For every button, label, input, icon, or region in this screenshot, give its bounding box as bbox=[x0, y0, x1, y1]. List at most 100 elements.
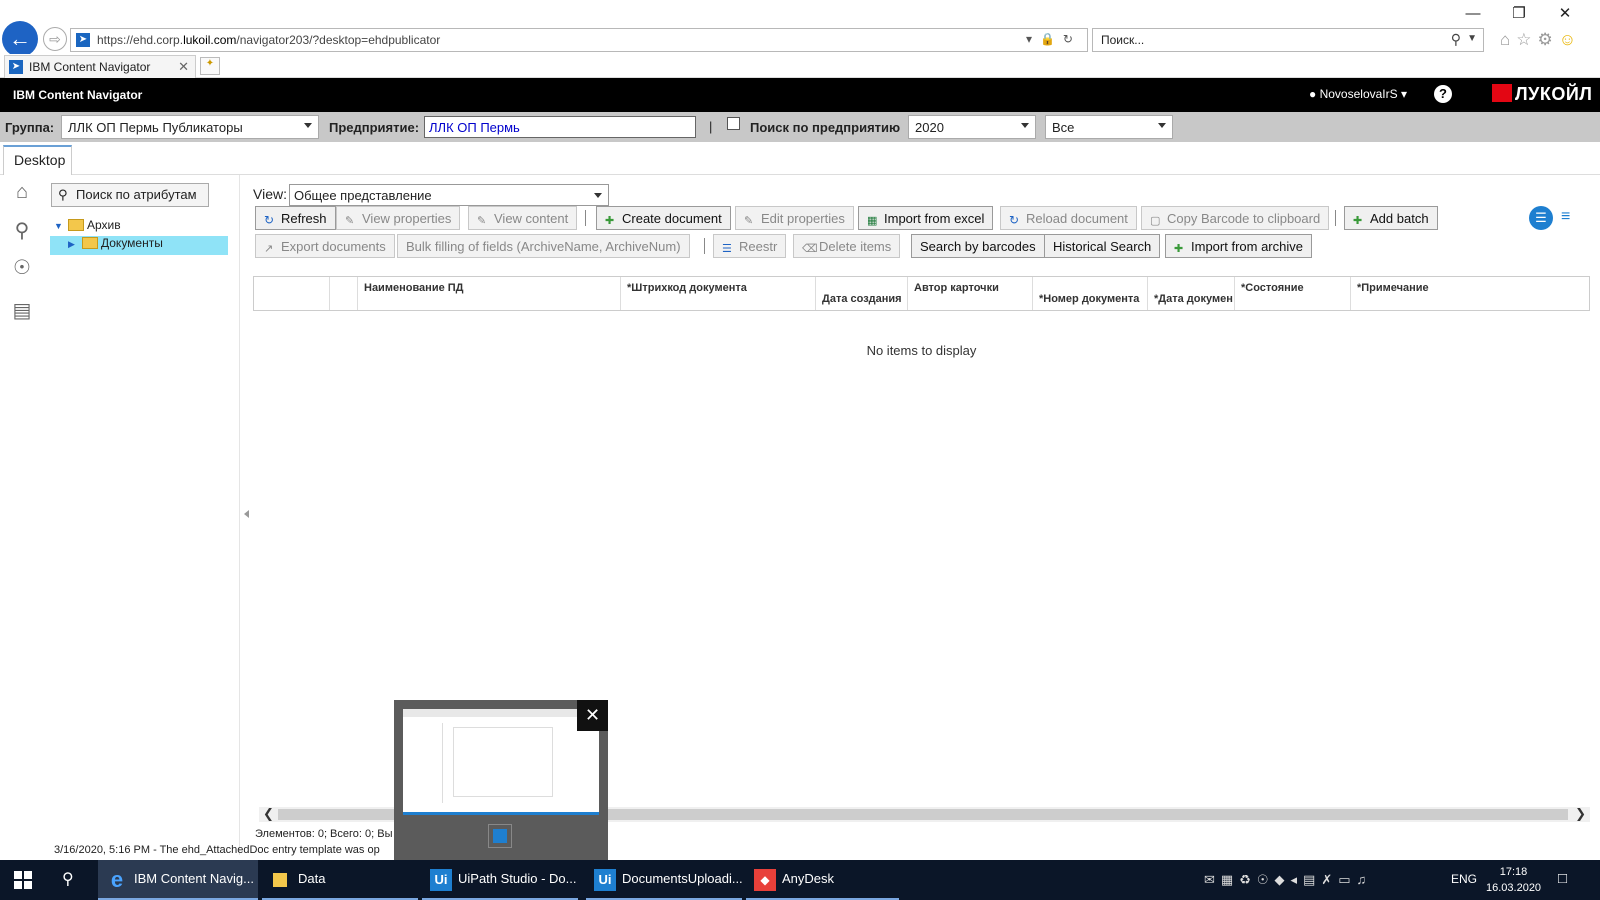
add-batch-button[interactable]: ✚ Add batch bbox=[1344, 206, 1438, 230]
refresh-button[interactable]: ↻ Refresh bbox=[255, 206, 336, 230]
scope-select[interactable]: Все bbox=[1045, 115, 1173, 139]
edit-properties-button[interactable]: ✎ Edit properties bbox=[735, 206, 854, 230]
search-icon[interactable]: ⚲ bbox=[10, 218, 34, 242]
copy-barcode-button[interactable]: ▢ Copy Barcode to clipboard bbox=[1141, 206, 1330, 230]
tree-item-documents[interactable]: ▶ Документы bbox=[50, 236, 228, 255]
taskbar-item-uipath-studio[interactable]: Ui UiPath Studio - Do... bbox=[422, 860, 578, 900]
tree-item-archive[interactable]: ▼ Архив bbox=[54, 218, 234, 237]
reestr-button[interactable]: ☰ Reestr bbox=[713, 234, 787, 258]
refresh-icon: ↻ bbox=[264, 213, 275, 227]
system-tray-icons[interactable]: ✉▦♻☉◆◂▤✗▭♫ bbox=[1204, 872, 1372, 888]
minimize-icon[interactable]: — bbox=[1450, 5, 1496, 22]
windows-start-icon[interactable] bbox=[14, 871, 32, 889]
column-document-number[interactable]: *Номер документа bbox=[1033, 277, 1148, 310]
import-from-archive-button[interactable]: ✚ Import from archive bbox=[1165, 234, 1312, 258]
favorites-star-icon[interactable]: ☆ bbox=[1516, 30, 1531, 49]
sync-icon[interactable]: ♻ bbox=[1239, 872, 1257, 887]
close-icon[interactable]: ✕ bbox=[1542, 4, 1588, 22]
export-icon: ↗ bbox=[264, 243, 274, 255]
search-by-barcodes-button[interactable]: Search by barcodes bbox=[911, 234, 1045, 258]
search-icon[interactable]: ⚲ bbox=[62, 869, 74, 889]
column-document-date[interactable]: *Дата докумен bbox=[1148, 277, 1235, 310]
taskbar-item-ibm-content-navigator[interactable]: e IBM Content Navig... bbox=[98, 860, 258, 900]
notes-icon[interactable]: ▦ bbox=[1221, 872, 1239, 887]
forward-button[interactable]: ⇨ bbox=[43, 27, 67, 51]
gear-icon[interactable]: ⚙ bbox=[1538, 30, 1553, 49]
browser-tab[interactable]: ➤ IBM Content Navigator ✕ bbox=[4, 55, 196, 78]
mail-icon[interactable]: ✉ bbox=[1204, 872, 1221, 887]
monitor-icon[interactable]: ▭ bbox=[1338, 872, 1356, 887]
chevron-down-icon[interactable]: ▼ bbox=[1467, 33, 1477, 44]
group-label: Группа: bbox=[5, 120, 55, 135]
taskbar-window-preview[interactable]: ✕ bbox=[394, 700, 608, 860]
system-clock[interactable]: 17:18 16.03.2020 bbox=[1486, 864, 1541, 896]
taskbar-item-data[interactable]: Data bbox=[262, 860, 418, 900]
enterprise-input[interactable]: ЛЛК ОП Пермь bbox=[424, 116, 696, 138]
user-menu[interactable]: ● NovoselovaIrS ▾ bbox=[1309, 87, 1407, 101]
column-select[interactable] bbox=[254, 277, 330, 310]
tab-favicon-icon: ➤ bbox=[9, 60, 23, 74]
tab-desktop[interactable]: Desktop bbox=[3, 145, 72, 175]
analytics-chart-icon[interactable]: ▤ bbox=[10, 298, 34, 322]
search-circle-icon[interactable]: ☉ bbox=[10, 255, 34, 279]
import-from-excel-button[interactable]: ▦ Import from excel bbox=[858, 206, 994, 230]
anydesk-tray-icon[interactable]: ◆ bbox=[1275, 872, 1291, 887]
export-documents-button[interactable]: ↗ Export documents bbox=[255, 234, 395, 258]
close-tab-icon[interactable]: ✕ bbox=[178, 59, 189, 75]
list-view-icon[interactable]: ☰ bbox=[1529, 206, 1553, 230]
column-card-author[interactable]: Автор карточки bbox=[908, 277, 1033, 310]
scroll-left-icon[interactable]: ❮ bbox=[263, 806, 274, 822]
chevron-right-icon[interactable]: ▶ bbox=[68, 239, 78, 250]
create-document-button[interactable]: ✚ Create document bbox=[596, 206, 731, 230]
address-bar[interactable]: ➤ https://ehd.corp.lukoil.com/navigator2… bbox=[70, 28, 1088, 52]
chart-tray-icon[interactable]: ▤ bbox=[1303, 872, 1321, 887]
browser-search-input[interactable]: Поиск... ⚲ ▼ bbox=[1092, 28, 1484, 52]
restore-icon[interactable]: ❐ bbox=[1496, 4, 1542, 22]
column-note[interactable]: *Примечание bbox=[1351, 277, 1589, 310]
taskbar-item-anydesk[interactable]: ◆ AnyDesk bbox=[746, 860, 899, 900]
historical-search-button[interactable]: Historical Search bbox=[1044, 234, 1161, 258]
detail-view-icon[interactable]: ≡ bbox=[1561, 208, 1570, 226]
navigation-pane: ⚲ Поиск по атрибутам ▼ Архив ▶ Документы bbox=[44, 175, 240, 855]
view-content-button[interactable]: ✎ View content bbox=[468, 206, 578, 230]
speaker-icon[interactable]: ♫ bbox=[1357, 872, 1373, 887]
network-status-icon[interactable]: ☉ bbox=[1257, 872, 1275, 887]
home-icon[interactable]: ⌂ bbox=[1500, 30, 1510, 49]
help-icon[interactable]: ? bbox=[1434, 85, 1452, 103]
scroll-right-icon[interactable]: ❯ bbox=[1575, 806, 1586, 822]
preview-app-icon[interactable] bbox=[488, 824, 512, 848]
chevron-down-icon bbox=[1021, 123, 1029, 128]
window-thumbnail[interactable] bbox=[403, 709, 599, 815]
attribute-search-button[interactable]: ⚲ Поиск по атрибутам bbox=[51, 183, 209, 207]
bulk-filling-button[interactable]: Bulk filling of fields (ArchiveName, Arc… bbox=[397, 234, 690, 258]
column-name[interactable]: Наименование ПД bbox=[358, 277, 621, 310]
notifications-icon[interactable]: □ bbox=[1558, 870, 1567, 887]
input-language-indicator[interactable]: ENG bbox=[1451, 872, 1477, 886]
column-state[interactable]: *Состояние bbox=[1235, 277, 1351, 310]
delete-items-button[interactable]: ⌫Delete items bbox=[793, 234, 901, 258]
view-select[interactable]: Общее представление bbox=[289, 184, 609, 206]
column-created-date[interactable]: Дата создания bbox=[816, 277, 908, 310]
smiley-feedback-icon[interactable]: ☺ bbox=[1559, 30, 1576, 49]
home-icon[interactable]: ⌂ bbox=[10, 181, 34, 205]
taskbar-item-documents-uploading[interactable]: Ui DocumentsUploadi... bbox=[586, 860, 743, 900]
chevron-down-icon: ▾ bbox=[1400, 87, 1408, 101]
enterprise-search-checkbox[interactable] bbox=[727, 117, 740, 130]
year-select[interactable]: 2020 bbox=[908, 115, 1036, 139]
reload-document-button[interactable]: ↻ Reload document bbox=[1000, 206, 1137, 230]
column-barcode[interactable]: *Штрихкод документа bbox=[621, 277, 816, 310]
logo-mark-icon bbox=[1492, 84, 1512, 102]
back-button[interactable]: ← bbox=[2, 21, 38, 57]
volume-icon[interactable]: ◂ bbox=[1291, 872, 1304, 887]
group-select[interactable]: ЛЛК ОП Пермь Публикаторы bbox=[61, 115, 319, 139]
new-tab-button[interactable]: ✦ bbox=[200, 57, 220, 75]
column-icon[interactable] bbox=[330, 277, 358, 310]
user-name: NovoselovaIrS bbox=[1319, 87, 1398, 101]
search-icon[interactable]: ⚲ bbox=[1451, 31, 1461, 48]
address-tools[interactable]: ▾🔒↻ bbox=[1026, 32, 1081, 46]
view-properties-button[interactable]: ✎ View properties bbox=[336, 206, 461, 230]
attribute-search-label: Поиск по атрибутам bbox=[76, 187, 197, 202]
security-tray-icon[interactable]: ✗ bbox=[1321, 872, 1338, 887]
chevron-down-icon[interactable]: ▼ bbox=[54, 221, 64, 231]
close-preview-icon[interactable]: ✕ bbox=[577, 700, 608, 731]
